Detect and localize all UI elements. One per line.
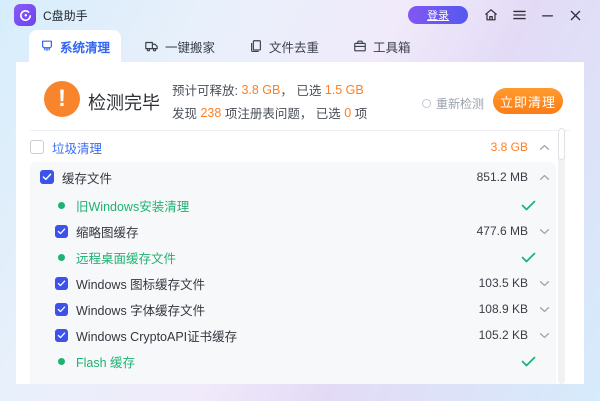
- item-size: 477.6 MB: [477, 224, 528, 238]
- checkbox-checked[interactable]: [55, 303, 68, 316]
- summary-line-registry: 发现 238 项注册表问题， 已选 0 项: [172, 101, 367, 124]
- registry-issue-count: 238: [200, 106, 221, 120]
- tab-label: 文件去重: [269, 37, 319, 56]
- tab-bar: 系统清理 一键搬家 文件去重 工具箱: [16, 30, 584, 62]
- registry-selected-count: 0: [344, 106, 351, 120]
- chevron-down-icon[interactable]: [538, 306, 550, 313]
- toolbox-icon: [353, 39, 367, 53]
- done-check-icon: [521, 356, 536, 367]
- checkbox-checked[interactable]: [40, 170, 54, 184]
- group-row-junk-clean[interactable]: 垃圾清理 3.8 GB: [30, 132, 556, 162]
- recheck-button[interactable]: 重新检测: [422, 95, 484, 112]
- app-title: C盘助手: [43, 7, 88, 24]
- chevron-down-icon[interactable]: [538, 228, 550, 235]
- scrollbar-track[interactable]: [558, 128, 565, 384]
- recheck-icon: [422, 99, 431, 108]
- item-size: 105.2 KB: [479, 328, 528, 342]
- main-panel: ! 检测完毕 预计可释放: 3.8 GB， 已选 1.5 GB 发现 238 项…: [16, 62, 584, 384]
- checkbox-checked[interactable]: [55, 225, 68, 238]
- list-item-old-windows[interactable]: 旧Windows安装清理: [30, 192, 556, 218]
- scan-summary: 预计可释放: 3.8 GB， 已选 1.5 GB 发现 238 项注册表问题， …: [172, 78, 367, 124]
- window-controls: [482, 6, 584, 24]
- clean-icon: [40, 39, 54, 53]
- tab-system-clean[interactable]: 系统清理: [29, 30, 121, 62]
- login-button[interactable]: 登录: [408, 6, 468, 24]
- chevron-down-icon[interactable]: [538, 280, 550, 287]
- documents-icon: [249, 39, 263, 53]
- tab-toolbox[interactable]: 工具箱: [342, 30, 422, 62]
- recheck-label: 重新检测: [436, 95, 484, 112]
- group-size: 3.8 GB: [491, 140, 528, 154]
- app-identity: C盘助手: [14, 4, 88, 26]
- home-icon[interactable]: [482, 6, 500, 24]
- item-size: 103.5 KB: [479, 276, 528, 290]
- item-size: 108.9 KB: [479, 302, 528, 316]
- list-item-flash-cache[interactable]: Flash 缓存: [30, 348, 556, 374]
- list-item-font-cache[interactable]: Windows 字体缓存文件 108.9 KB: [30, 296, 556, 322]
- truck-icon: [144, 39, 159, 53]
- tab-label: 一键搬家: [165, 37, 215, 56]
- title-bar: C盘助手 登录: [0, 0, 600, 30]
- list-item-remote-desktop-cache[interactable]: 远程桌面缓存文件: [30, 244, 556, 270]
- tab-label: 系统清理: [60, 37, 110, 56]
- releasable-size: 3.8 GB: [241, 83, 280, 97]
- done-bullet-icon: [58, 254, 65, 261]
- item-label: 旧Windows安装清理: [76, 196, 189, 215]
- item-label: Windows CryptoAPI证书缓存: [76, 326, 237, 345]
- tab-move[interactable]: 一键搬家: [133, 30, 226, 62]
- checkbox-checked[interactable]: [55, 329, 68, 342]
- done-bullet-icon: [58, 358, 65, 365]
- clean-now-button[interactable]: 立即清理: [493, 88, 563, 114]
- list-item-icon-cache[interactable]: Windows 图标缓存文件 103.5 KB: [30, 270, 556, 296]
- summary-line-space: 预计可释放: 3.8 GB， 已选 1.5 GB: [172, 78, 367, 101]
- chevron-down-icon[interactable]: [538, 332, 550, 339]
- chevron-up-icon[interactable]: [538, 174, 550, 181]
- checkbox-checked[interactable]: [55, 277, 68, 290]
- minimize-icon[interactable]: [538, 6, 556, 24]
- group-label: 垃圾清理: [52, 138, 102, 157]
- list-item-thumbnail-cache[interactable]: 缩略图缓存 477.6 MB: [30, 218, 556, 244]
- selected-size: 1.5 GB: [325, 83, 364, 97]
- item-label: Windows 字体缓存文件: [76, 300, 205, 319]
- menu-icon[interactable]: [510, 6, 528, 24]
- done-check-icon: [521, 200, 536, 211]
- tab-dedupe[interactable]: 文件去重: [238, 30, 330, 62]
- cache-section: 缓存文件 851.2 MB 旧Windows安装清理 缩略图缓存 477.6 M…: [30, 162, 556, 384]
- section-size: 851.2 MB: [477, 170, 528, 184]
- item-label: Flash 缓存: [76, 352, 135, 371]
- item-label: 缩略图缓存: [76, 222, 139, 241]
- list-item-cryptoapi-cache[interactable]: Windows CryptoAPI证书缓存 105.2 KB: [30, 322, 556, 348]
- tab-label: 工具箱: [373, 37, 411, 56]
- divider: [30, 130, 570, 131]
- item-label: Windows 图标缓存文件: [76, 274, 205, 293]
- scrollbar-thumb[interactable]: [558, 128, 565, 160]
- done-bullet-icon: [58, 202, 65, 209]
- item-label: 远程桌面缓存文件: [76, 248, 176, 267]
- close-icon[interactable]: [566, 6, 584, 24]
- app-logo-icon: [14, 4, 36, 26]
- section-row-cache-files[interactable]: 缓存文件 851.2 MB: [30, 162, 556, 192]
- alert-icon: !: [44, 81, 80, 117]
- scan-status-title: 检测完毕: [88, 89, 160, 115]
- done-check-icon: [521, 252, 536, 263]
- chevron-up-icon[interactable]: [538, 144, 550, 151]
- section-label: 缓存文件: [62, 168, 112, 187]
- checkbox-unchecked[interactable]: [30, 140, 44, 154]
